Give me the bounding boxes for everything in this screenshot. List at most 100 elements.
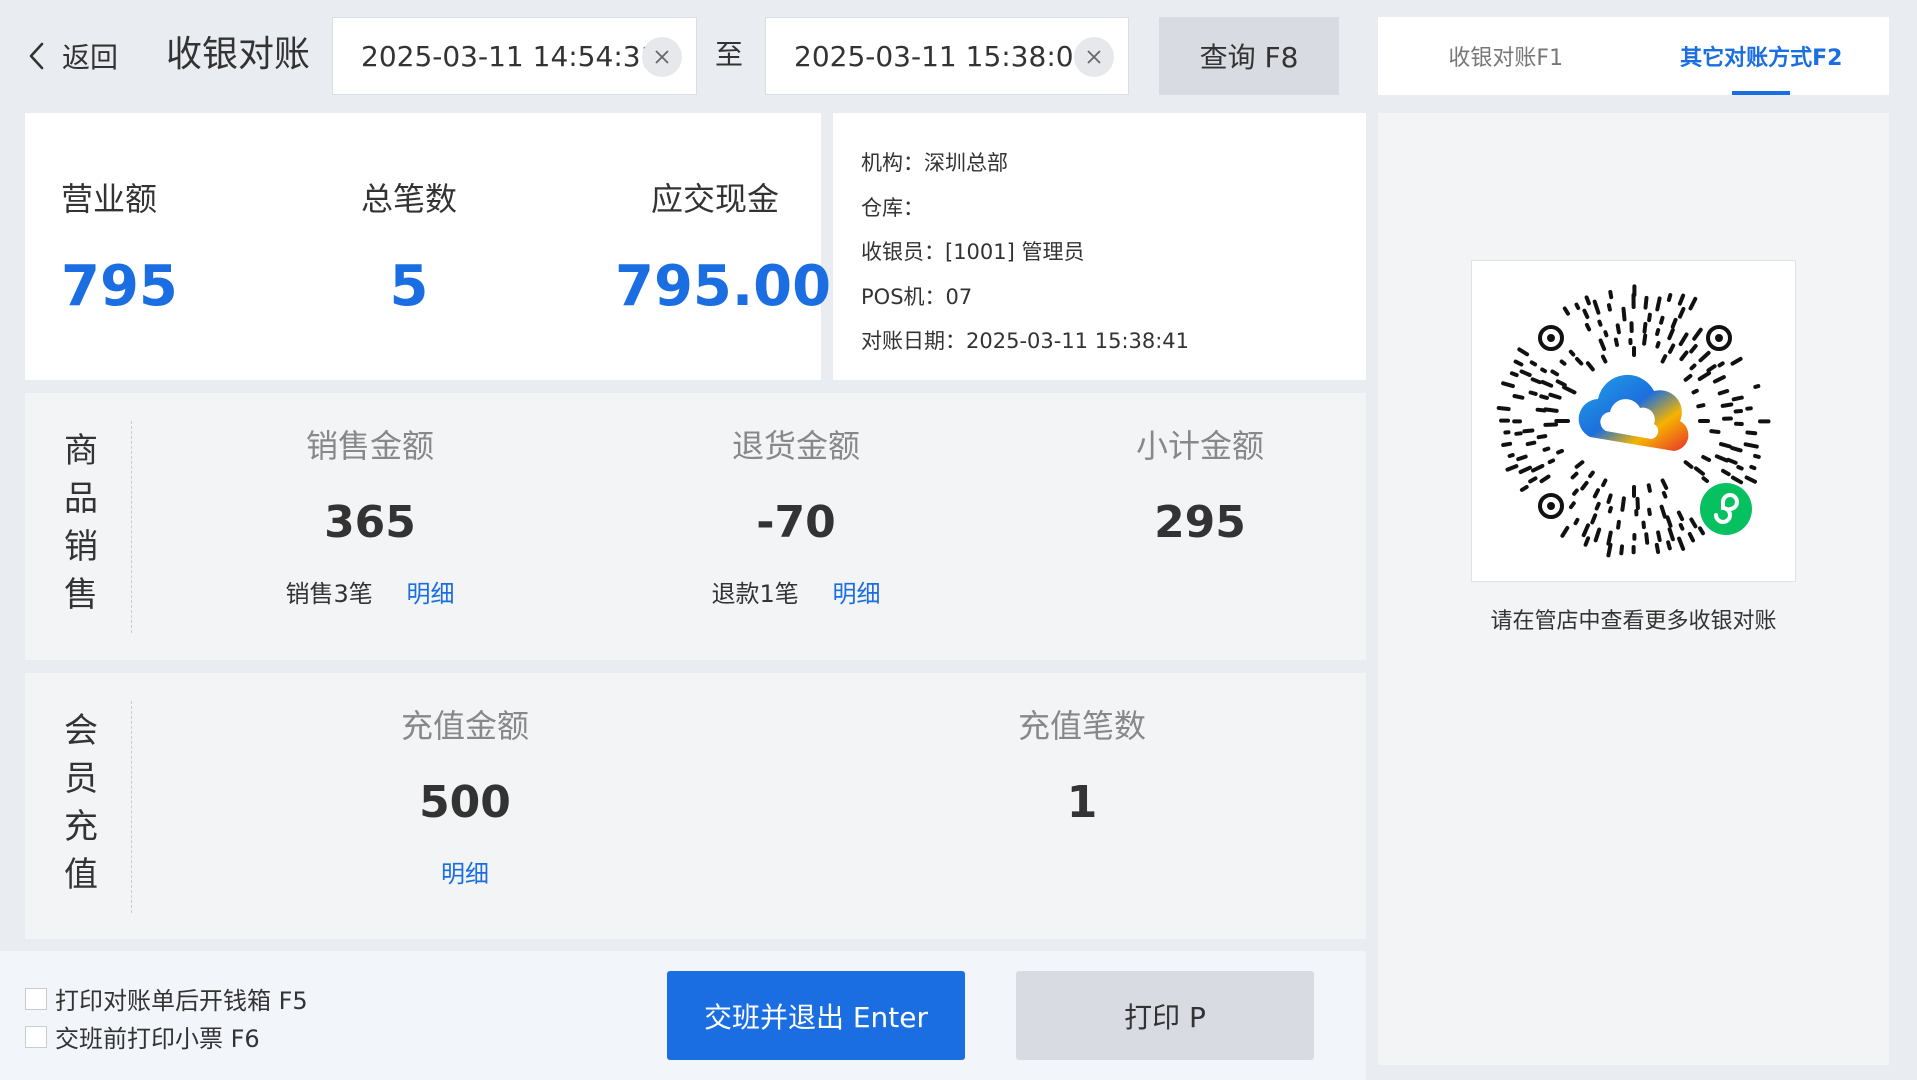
code-dash bbox=[1733, 409, 1743, 414]
code-dash bbox=[1642, 333, 1648, 346]
code-dash bbox=[1698, 526, 1705, 536]
metric-label: 营业额 bbox=[61, 180, 158, 218]
section-title-char: 会 bbox=[64, 711, 98, 751]
print-button[interactable]: 打印 P bbox=[1016, 971, 1314, 1060]
code-dash bbox=[1550, 369, 1560, 377]
code-dash bbox=[1568, 349, 1576, 357]
metric-value: 795 bbox=[61, 254, 178, 319]
code-dash bbox=[1507, 453, 1515, 458]
code-dash bbox=[1607, 506, 1613, 514]
code-dash bbox=[1574, 302, 1581, 310]
code-dash bbox=[1646, 483, 1652, 493]
page-title: 收银对账 bbox=[166, 34, 311, 75]
recharge-detail-link[interactable]: 明细 bbox=[441, 860, 489, 888]
start-datetime-value: 2025-03-11 14:54:31 bbox=[361, 39, 659, 73]
handover-exit-button[interactable]: 交班并退出 Enter bbox=[667, 971, 965, 1060]
code-dash bbox=[1730, 446, 1743, 453]
code-dash bbox=[1519, 369, 1532, 377]
code-dash bbox=[1678, 306, 1686, 319]
code-dash bbox=[1606, 493, 1613, 504]
section-title: 商 品 销 售 bbox=[61, 427, 101, 619]
refund-count-row: 退款1笔 明细 bbox=[656, 577, 936, 611]
code-dash bbox=[1677, 536, 1686, 551]
print-receipt-label: 交班前打印小票 F6 bbox=[55, 1025, 260, 1053]
code-dash bbox=[1717, 361, 1725, 368]
code-dash bbox=[1643, 295, 1649, 310]
code-dash bbox=[1615, 323, 1621, 335]
clear-start-button[interactable] bbox=[642, 37, 682, 77]
end-datetime-field[interactable]: 2025-03-11 15:38:04 bbox=[765, 17, 1129, 95]
code-dash bbox=[1616, 519, 1621, 530]
code-dash bbox=[1594, 501, 1601, 511]
code-dash bbox=[1753, 453, 1761, 459]
tab-other-reconcile[interactable]: 其它对账方式F2 bbox=[1634, 17, 1890, 95]
member-recharge-card: 会 员 充 值 充值金额 500 明细 充值笔数 1 bbox=[25, 673, 1366, 939]
code-dash bbox=[1592, 488, 1600, 499]
open-drawer-checkbox[interactable] bbox=[25, 987, 47, 1010]
code-dash bbox=[1670, 317, 1678, 329]
cloud-logo bbox=[1578, 365, 1690, 477]
code-dash bbox=[1584, 322, 1592, 332]
code-dash bbox=[1547, 458, 1556, 465]
section-divider bbox=[131, 421, 132, 633]
code-dash bbox=[1597, 319, 1603, 327]
code-dash bbox=[1512, 394, 1525, 400]
chevron-left-icon bbox=[29, 42, 44, 70]
metric-cash-due: 应交现金 795.00 bbox=[615, 176, 831, 322]
clear-end-button[interactable] bbox=[1074, 37, 1114, 77]
finder-bottom-left bbox=[1538, 493, 1564, 519]
col-value: 365 bbox=[324, 497, 416, 548]
info-cashier: 收银员：[1001] 管理员 bbox=[861, 240, 1085, 264]
code-dash bbox=[1655, 328, 1661, 336]
code-dash bbox=[1692, 327, 1703, 341]
code-dash bbox=[1613, 337, 1619, 347]
metric-total-count: 总笔数 5 bbox=[339, 176, 479, 322]
code-dash bbox=[1749, 464, 1757, 471]
code-dash bbox=[1666, 293, 1673, 302]
code-dash bbox=[1501, 441, 1513, 447]
code-dash bbox=[1730, 475, 1744, 485]
returns-detail-link[interactable]: 明细 bbox=[832, 580, 880, 608]
code-dash bbox=[1505, 464, 1519, 472]
sales-detail-link[interactable]: 明细 bbox=[406, 580, 454, 608]
code-dash bbox=[1559, 359, 1567, 366]
code-dash bbox=[1654, 542, 1661, 554]
code-dash bbox=[1709, 429, 1721, 434]
code-dash bbox=[1745, 430, 1758, 436]
code-dash bbox=[1590, 513, 1598, 525]
tab-cashier-reconcile[interactable]: 收银对账F1 bbox=[1378, 17, 1634, 95]
finder-top-left bbox=[1538, 325, 1564, 351]
code-dash bbox=[1744, 475, 1757, 484]
code-dash bbox=[1753, 384, 1761, 389]
close-icon bbox=[655, 50, 669, 64]
code-dash bbox=[1501, 381, 1515, 389]
start-datetime-field[interactable]: 2025-03-11 14:54:31 bbox=[332, 17, 697, 95]
code-dash bbox=[1644, 532, 1650, 545]
open-drawer-option[interactable]: 打印对账单后开钱箱 F5 bbox=[25, 981, 308, 1016]
mini-program-icon bbox=[1700, 483, 1752, 535]
code-dash bbox=[1647, 312, 1652, 323]
code-dash bbox=[1560, 525, 1570, 538]
sales-count: 销售3笔 bbox=[285, 580, 373, 608]
code-dash bbox=[1517, 347, 1530, 357]
query-button[interactable]: 查询 F8 bbox=[1159, 17, 1339, 95]
code-dash bbox=[1573, 517, 1580, 526]
code-dash bbox=[1530, 377, 1542, 385]
back-button[interactable]: 返回 bbox=[26, 34, 118, 78]
bottom-bar: 打印对账单后开钱箱 F5 交班前打印小票 F6 交班并退出 Enter 打印 P bbox=[0, 951, 1366, 1080]
code-dash bbox=[1676, 510, 1685, 522]
print-receipt-option[interactable]: 交班前打印小票 F6 bbox=[25, 1019, 260, 1054]
code-dash bbox=[1687, 532, 1695, 543]
sales-amount-column: 销售金额 365 销售3笔 明细 bbox=[230, 423, 510, 611]
code-dash bbox=[1714, 454, 1729, 463]
code-dash bbox=[1678, 332, 1689, 347]
code-dash bbox=[1601, 354, 1608, 364]
col-label: 销售金额 bbox=[305, 427, 434, 465]
recharge-count-column: 充值笔数 1 bbox=[942, 703, 1222, 833]
code-dash bbox=[1730, 356, 1743, 366]
print-receipt-checkbox[interactable] bbox=[25, 1025, 47, 1048]
recharge-amount-column: 充值金额 500 明细 bbox=[325, 703, 605, 891]
code-dash bbox=[1660, 478, 1669, 490]
code-dash bbox=[1535, 407, 1547, 413]
qr-panel: 请在管店中查看更多收银对账 bbox=[1378, 113, 1889, 1065]
